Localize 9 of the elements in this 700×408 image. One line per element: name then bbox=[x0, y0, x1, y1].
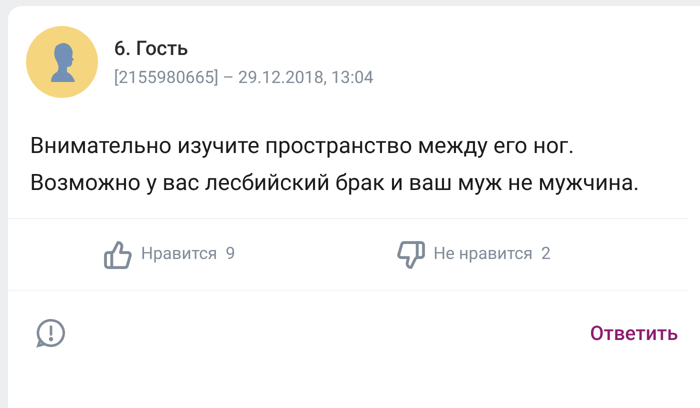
avatar-icon bbox=[26, 26, 98, 98]
reply-button[interactable]: Ответить bbox=[590, 318, 678, 348]
author-name: 6. Гость bbox=[114, 35, 190, 61]
thumbs-up-icon bbox=[103, 240, 133, 270]
like-button[interactable]: Нравится 9 bbox=[103, 240, 396, 270]
comment-meta: [2155980665] – 29.12.2018, 13:04 bbox=[114, 67, 374, 89]
comment-text: Внимательно изучите пространство между его ног. Возможно у вас лесбийский брак и ваш муж не мужчина. bbox=[29, 132, 640, 198]
dislike-button[interactable]: Не нравится 2 bbox=[396, 240, 688, 270]
thumbs-down-icon bbox=[396, 240, 426, 270]
